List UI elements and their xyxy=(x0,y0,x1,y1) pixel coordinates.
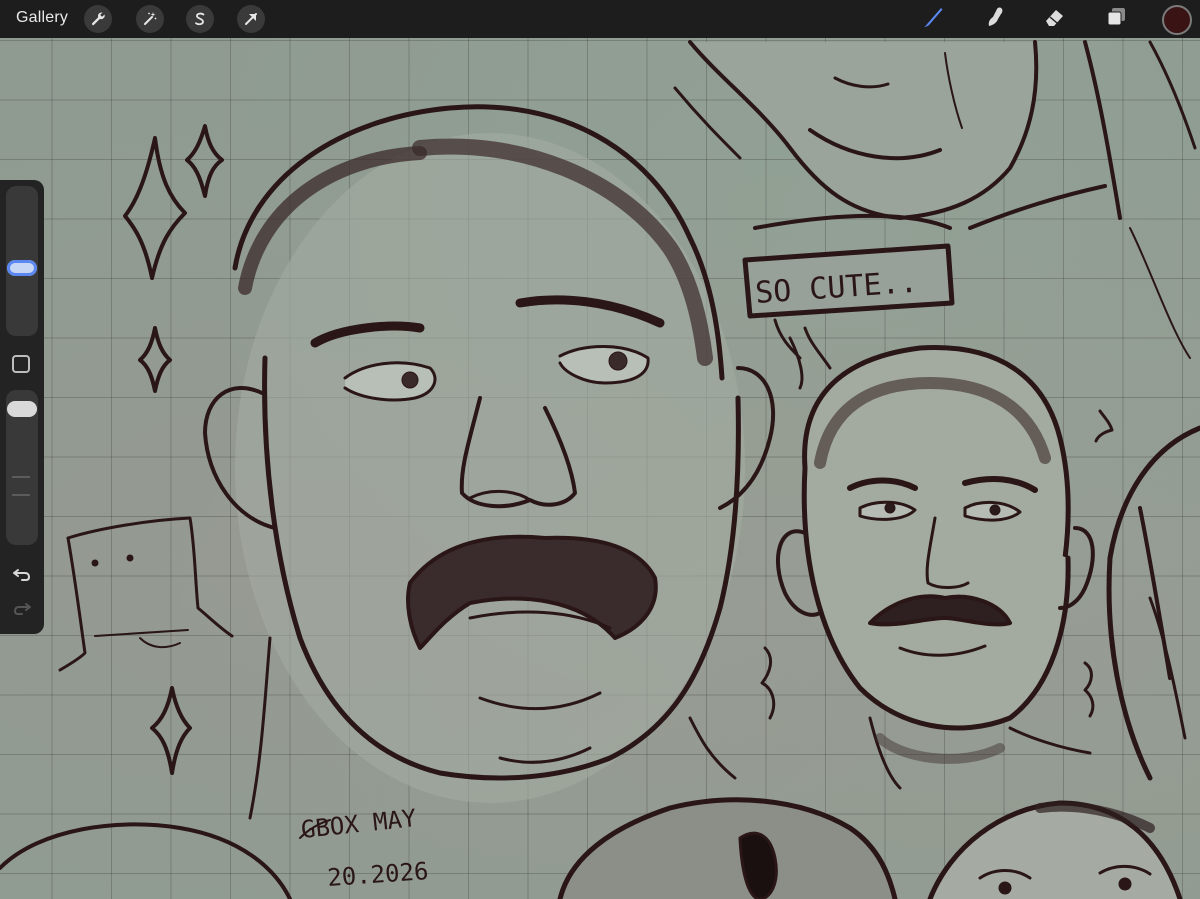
arrow-cursor-icon xyxy=(243,11,259,27)
magic-wand-icon xyxy=(142,11,158,27)
large-portrait-sketch xyxy=(203,104,776,820)
procreate-app: Gallery SO CUTE.. GBOX MAY 20.2026 xyxy=(0,0,1200,899)
eraser-tool-button[interactable] xyxy=(1040,4,1070,34)
top-toolbar: Gallery xyxy=(0,0,1200,38)
eraser-icon xyxy=(1041,3,1069,35)
redo-icon xyxy=(12,598,32,622)
drawing-canvas[interactable]: SO CUTE.. GBOX MAY 20.2026 xyxy=(0,38,1200,899)
box-character-doodle xyxy=(58,516,234,672)
adjustments-button[interactable] xyxy=(136,5,164,33)
signature-name-text: GBOX MAY xyxy=(300,804,418,844)
left-sidebar xyxy=(0,180,44,634)
redo-button[interactable] xyxy=(10,598,34,622)
selection-button[interactable] xyxy=(186,5,214,33)
brush-icon xyxy=(919,3,947,35)
layers-button[interactable] xyxy=(1102,4,1132,34)
slider-tick xyxy=(12,494,30,496)
color-picker-button[interactable] xyxy=(1162,5,1192,35)
wrench-icon xyxy=(90,11,106,27)
smudge-tool-button[interactable] xyxy=(980,4,1010,34)
bottom-faces-sketch xyxy=(0,797,1183,899)
cropped-right-face-sketch xyxy=(1106,425,1200,781)
gallery-button[interactable]: Gallery xyxy=(16,9,68,27)
sketch-artwork: SO CUTE.. GBOX MAY 20.2026 xyxy=(0,40,1200,899)
slider-tick xyxy=(12,476,30,478)
opacity-thumb[interactable] xyxy=(7,400,37,417)
brush-size-thumb[interactable] xyxy=(7,259,37,276)
signature-date-text: 20.2026 xyxy=(326,857,429,892)
undo-icon xyxy=(12,564,32,588)
small-portrait-sketch xyxy=(776,345,1095,790)
modify-button[interactable] xyxy=(12,355,30,373)
smudge-icon xyxy=(981,3,1009,35)
undo-button[interactable] xyxy=(10,564,34,588)
transform-button[interactable] xyxy=(237,5,265,33)
selection-s-icon xyxy=(192,11,208,27)
actions-button[interactable] xyxy=(84,5,112,33)
brush-tool-button[interactable] xyxy=(918,4,948,34)
layers-icon xyxy=(1103,3,1131,35)
